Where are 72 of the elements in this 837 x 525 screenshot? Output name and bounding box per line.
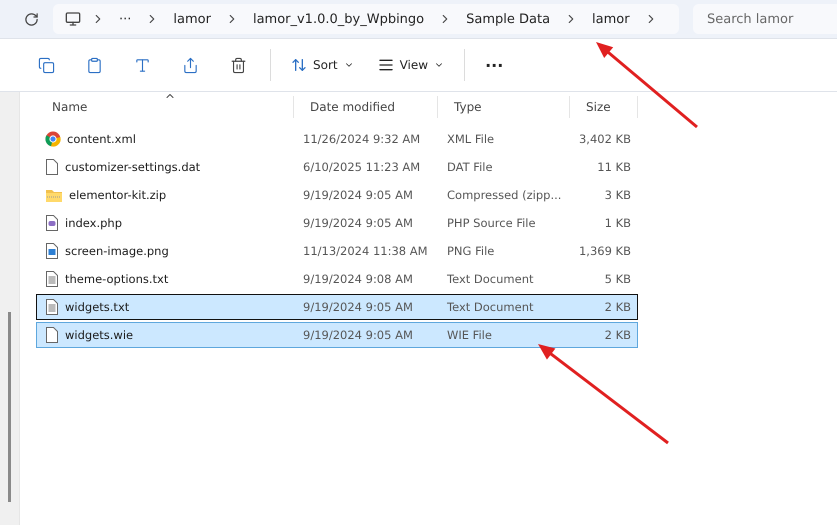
file-name: content.xml	[67, 132, 136, 146]
column-header[interactable]: Date modified	[310, 100, 396, 114]
share-icon	[182, 56, 198, 74]
type-cell-text: Compressed (zipp...	[446, 187, 562, 204]
date-cell-text: 9/19/2024 9:05 AM	[302, 215, 414, 232]
size-cell-text: 1,369 KB	[578, 243, 632, 260]
type-cell-text: PHP Source File	[446, 215, 537, 232]
date-cell-text: 6/10/2025 11:23 AM	[302, 159, 422, 176]
file-name: widgets.txt	[65, 300, 130, 314]
address-bar[interactable]: ··· lamor lamor_v1.0.0_by_Wpbingo Sample Data lamor	[53, 4, 679, 34]
file-row[interactable]: screen-image.png 11/13/2024 11:38 AM PNG File 1,369 KB	[36, 238, 638, 264]
column-header[interactable]: Type	[454, 100, 482, 114]
file-row[interactable]: widgets.txt 9/19/2024 9:05 AM Text Document 2 KB	[36, 294, 638, 320]
file-row[interactable]: index.php 9/19/2024 9:05 AM PHP Source File 1 KB	[36, 210, 638, 236]
file-name: theme-options.txt	[65, 272, 168, 286]
date-cell-text: 9/19/2024 9:05 AM	[302, 299, 414, 316]
more-button[interactable]: ···	[473, 49, 516, 81]
text-icon	[134, 56, 150, 74]
image-file-icon	[45, 243, 59, 259]
search-field[interactable]: Search lamor	[693, 4, 837, 34]
file-row[interactable]: widgets.wie 9/19/2024 9:05 AM WIE File 2 KB	[36, 322, 638, 348]
code-file-icon	[45, 215, 59, 231]
date-cell-text: 11/26/2024 9:32 AM	[302, 131, 422, 148]
trash-icon	[230, 56, 246, 74]
date-cell-text: 9/19/2024 9:08 AM	[302, 271, 414, 288]
view-button[interactable]: View	[366, 49, 456, 81]
breadcrumb[interactable]: lamor	[169, 12, 215, 26]
column-header[interactable]: Size	[586, 100, 611, 114]
round-logo-icon	[45, 131, 61, 147]
file-row[interactable]: theme-options.txt 9/19/2024 9:08 AM Text Document 5 KB	[36, 266, 638, 292]
size-cell-text: 2 KB	[604, 299, 632, 316]
size-cell-text: 3 KB	[604, 187, 632, 204]
breadcrumb[interactable]: ···	[115, 12, 136, 26]
file-icon	[45, 327, 59, 343]
zip-folder-icon	[45, 187, 63, 203]
sort-button[interactable]: Sort	[279, 49, 366, 81]
clipboard-icon	[86, 56, 102, 74]
file-name: customizer-settings.dat	[65, 160, 200, 174]
size-cell-text: 2 KB	[604, 327, 632, 344]
size-cell-text: 5 KB	[604, 271, 632, 288]
scrollbar[interactable]	[8, 312, 11, 502]
breadcrumb[interactable]: lamor	[588, 12, 634, 26]
copy-icon	[38, 56, 54, 74]
type-cell-text: WIE File	[446, 327, 493, 344]
type-cell-text: DAT File	[446, 159, 494, 176]
refresh-icon[interactable]	[24, 12, 39, 26]
breadcrumb[interactable]: Sample Data	[462, 12, 554, 26]
breadcrumb[interactable]: lamor_v1.0.0_by_Wpbingo	[248, 12, 428, 26]
type-cell-text: PNG File	[446, 243, 496, 260]
file-name: elementor-kit.zip	[69, 188, 166, 202]
text-file-icon	[45, 299, 59, 315]
date-cell-text: 9/19/2024 9:05 AM	[302, 187, 414, 204]
computer-icon	[65, 11, 81, 27]
file-row[interactable]: elementor-kit.zip 9/19/2024 9:05 AM Compressed (zipp... 3 KB	[36, 182, 638, 208]
type-cell-text: XML File	[446, 131, 496, 148]
file-name: widgets.wie	[65, 328, 134, 342]
file-row[interactable]: content.xml 11/26/2024 9:32 AM XML File 3,402 KB	[36, 126, 638, 152]
size-cell-text: 3,402 KB	[578, 131, 632, 148]
file-name: index.php	[65, 216, 122, 230]
column-header[interactable]: Name	[52, 100, 88, 114]
date-cell-text: 11/13/2024 11:38 AM	[302, 243, 429, 260]
type-cell-text: Text Document	[446, 299, 534, 316]
lines-icon	[378, 57, 394, 73]
file-name: screen-image.png	[65, 244, 169, 258]
text-file-icon	[45, 271, 59, 287]
type-cell-text: Text Document	[446, 271, 534, 288]
size-cell-text: 11 KB	[596, 159, 632, 176]
file-row[interactable]: customizer-settings.dat 6/10/2025 11:23 AM DAT File 11 KB	[36, 154, 638, 180]
file-icon	[45, 159, 59, 175]
date-cell-text: 9/19/2024 9:05 AM	[302, 327, 414, 344]
size-cell-text: 1 KB	[604, 215, 632, 232]
sort-icon	[291, 57, 307, 73]
